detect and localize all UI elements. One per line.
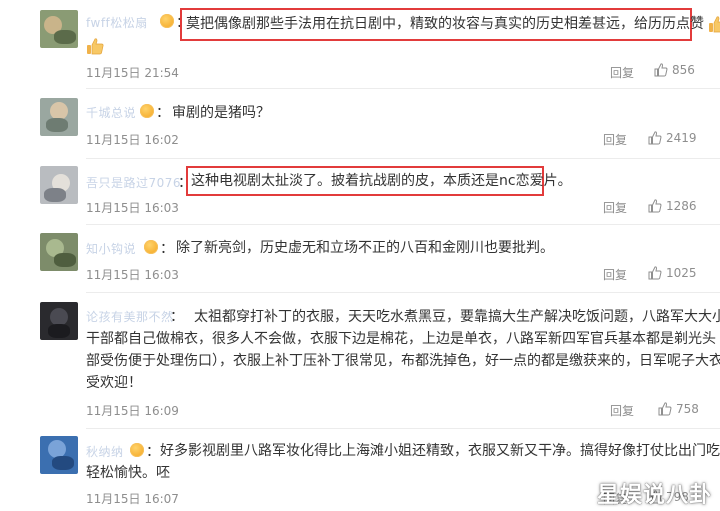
thumbs-up-icon (658, 402, 672, 416)
colon: ： (146, 444, 160, 460)
comment-text-line: 轻松愉快。呸 (86, 465, 170, 481)
comment-time: 11月15日 16:09 (86, 404, 179, 418)
comment-text: 审剧的是猪吗？ (172, 105, 270, 121)
divider (86, 158, 720, 159)
comment-text-line: 莫把偶像剧那些手法用在抗日剧中，精致的妆容与真实的历史相差甚远，给历历点赞 (186, 16, 704, 32)
comment-text: 这种电视剧太扯淡了。披着抗战剧的皮，本质还是nc恋爱片。 (191, 173, 572, 189)
avatar[interactable] (40, 436, 78, 474)
comment-text-line: 好多影视剧里八路军妆化得比上海滩小姐还精致，衣服又新又干净。搞得好像打仗比出门吃… (160, 443, 720, 459)
reply-button[interactable]: 回复 (603, 131, 627, 148)
watermark-text: 星娱说八卦 (596, 483, 712, 508)
colon: ： (160, 241, 174, 257)
reply-button[interactable]: 回复 (610, 64, 634, 81)
thumbs-up-icon (648, 131, 662, 145)
comment-time: 11月15日 16:03 (86, 201, 179, 215)
comment-text-line: 部受伤便于处理伤口），衣服上补丁压补丁很常见，布都洗掉色，好一点的都是缴获来的，… (86, 353, 720, 369)
comment-text: 莫把偶像剧那些手法用在抗日剧中，精致的妆容与真实的历史相差甚远，给历历点赞 (186, 13, 720, 35)
username[interactable]: 吾只是路过7076 (86, 174, 181, 191)
thumbs-up-emoji (708, 15, 720, 33)
divider (86, 224, 720, 225)
like-button[interactable]: 758 (658, 402, 699, 416)
comment-time: 11月15日 21:54 (86, 66, 179, 80)
avatar[interactable] (40, 10, 78, 48)
comment-text-line-2 (86, 35, 104, 57)
reply-button[interactable]: 回复 (603, 199, 627, 216)
like-count: 856 (672, 63, 695, 77)
username[interactable]: 秋纳纳 (86, 443, 124, 460)
colon: ： (156, 105, 170, 121)
vip-badge-icon (140, 104, 154, 118)
username[interactable]: 千城总说 (86, 104, 136, 121)
colon: ： (170, 309, 184, 325)
comment-text-line: 干部都自己做棉衣，很多人不会做，衣服下边是棉花，上边是单衣，八路军新四军官兵基本… (86, 331, 720, 347)
username[interactable]: 知小钩说 (86, 240, 136, 257)
like-count: 1286 (666, 199, 697, 213)
comment-time: 11月15日 16:07 (86, 492, 179, 506)
avatar[interactable] (40, 233, 78, 271)
like-count: 1025 (666, 266, 697, 280)
username[interactable]: 论孩有美那不然 (86, 308, 174, 325)
avatar[interactable] (40, 302, 78, 340)
thumbs-up-icon (654, 63, 668, 77)
divider (86, 428, 720, 429)
avatar[interactable] (40, 98, 78, 136)
comment-time: 11月15日 16:03 (86, 268, 179, 282)
thumbs-up-icon (648, 199, 662, 213)
divider (86, 292, 720, 293)
comment-text-line: 太祖都穿打补丁的衣服，天天吃水煮黑豆，要靠搞大生产解决吃饭问题，八路军大大小小 (194, 309, 720, 325)
avatar[interactable] (40, 166, 78, 204)
comment-time: 11月15日 16:02 (86, 133, 179, 147)
like-button[interactable]: 1025 (648, 266, 697, 280)
reply-button[interactable]: 回复 (603, 266, 627, 283)
thumbs-up-emoji (86, 37, 104, 55)
like-count: 758 (676, 402, 699, 416)
divider (86, 88, 720, 89)
vip-badge-icon (144, 240, 158, 254)
reply-button[interactable]: 回复 (610, 402, 634, 419)
comment-text: 除了新亮剑，历史虚无和立场不正的八百和金刚川也要批判。 (176, 240, 554, 256)
username[interactable]: fwff松松扇 (86, 14, 148, 31)
vip-badge-icon (130, 443, 144, 457)
like-count: 2419 (666, 131, 697, 145)
like-button[interactable]: 1286 (648, 199, 697, 213)
like-button[interactable]: 2419 (648, 131, 697, 145)
comment-text-line: 受欢迎！ (86, 375, 142, 391)
thumbs-up-icon (648, 266, 662, 280)
like-button[interactable]: 856 (654, 63, 695, 77)
vip-badge-icon (160, 14, 174, 28)
